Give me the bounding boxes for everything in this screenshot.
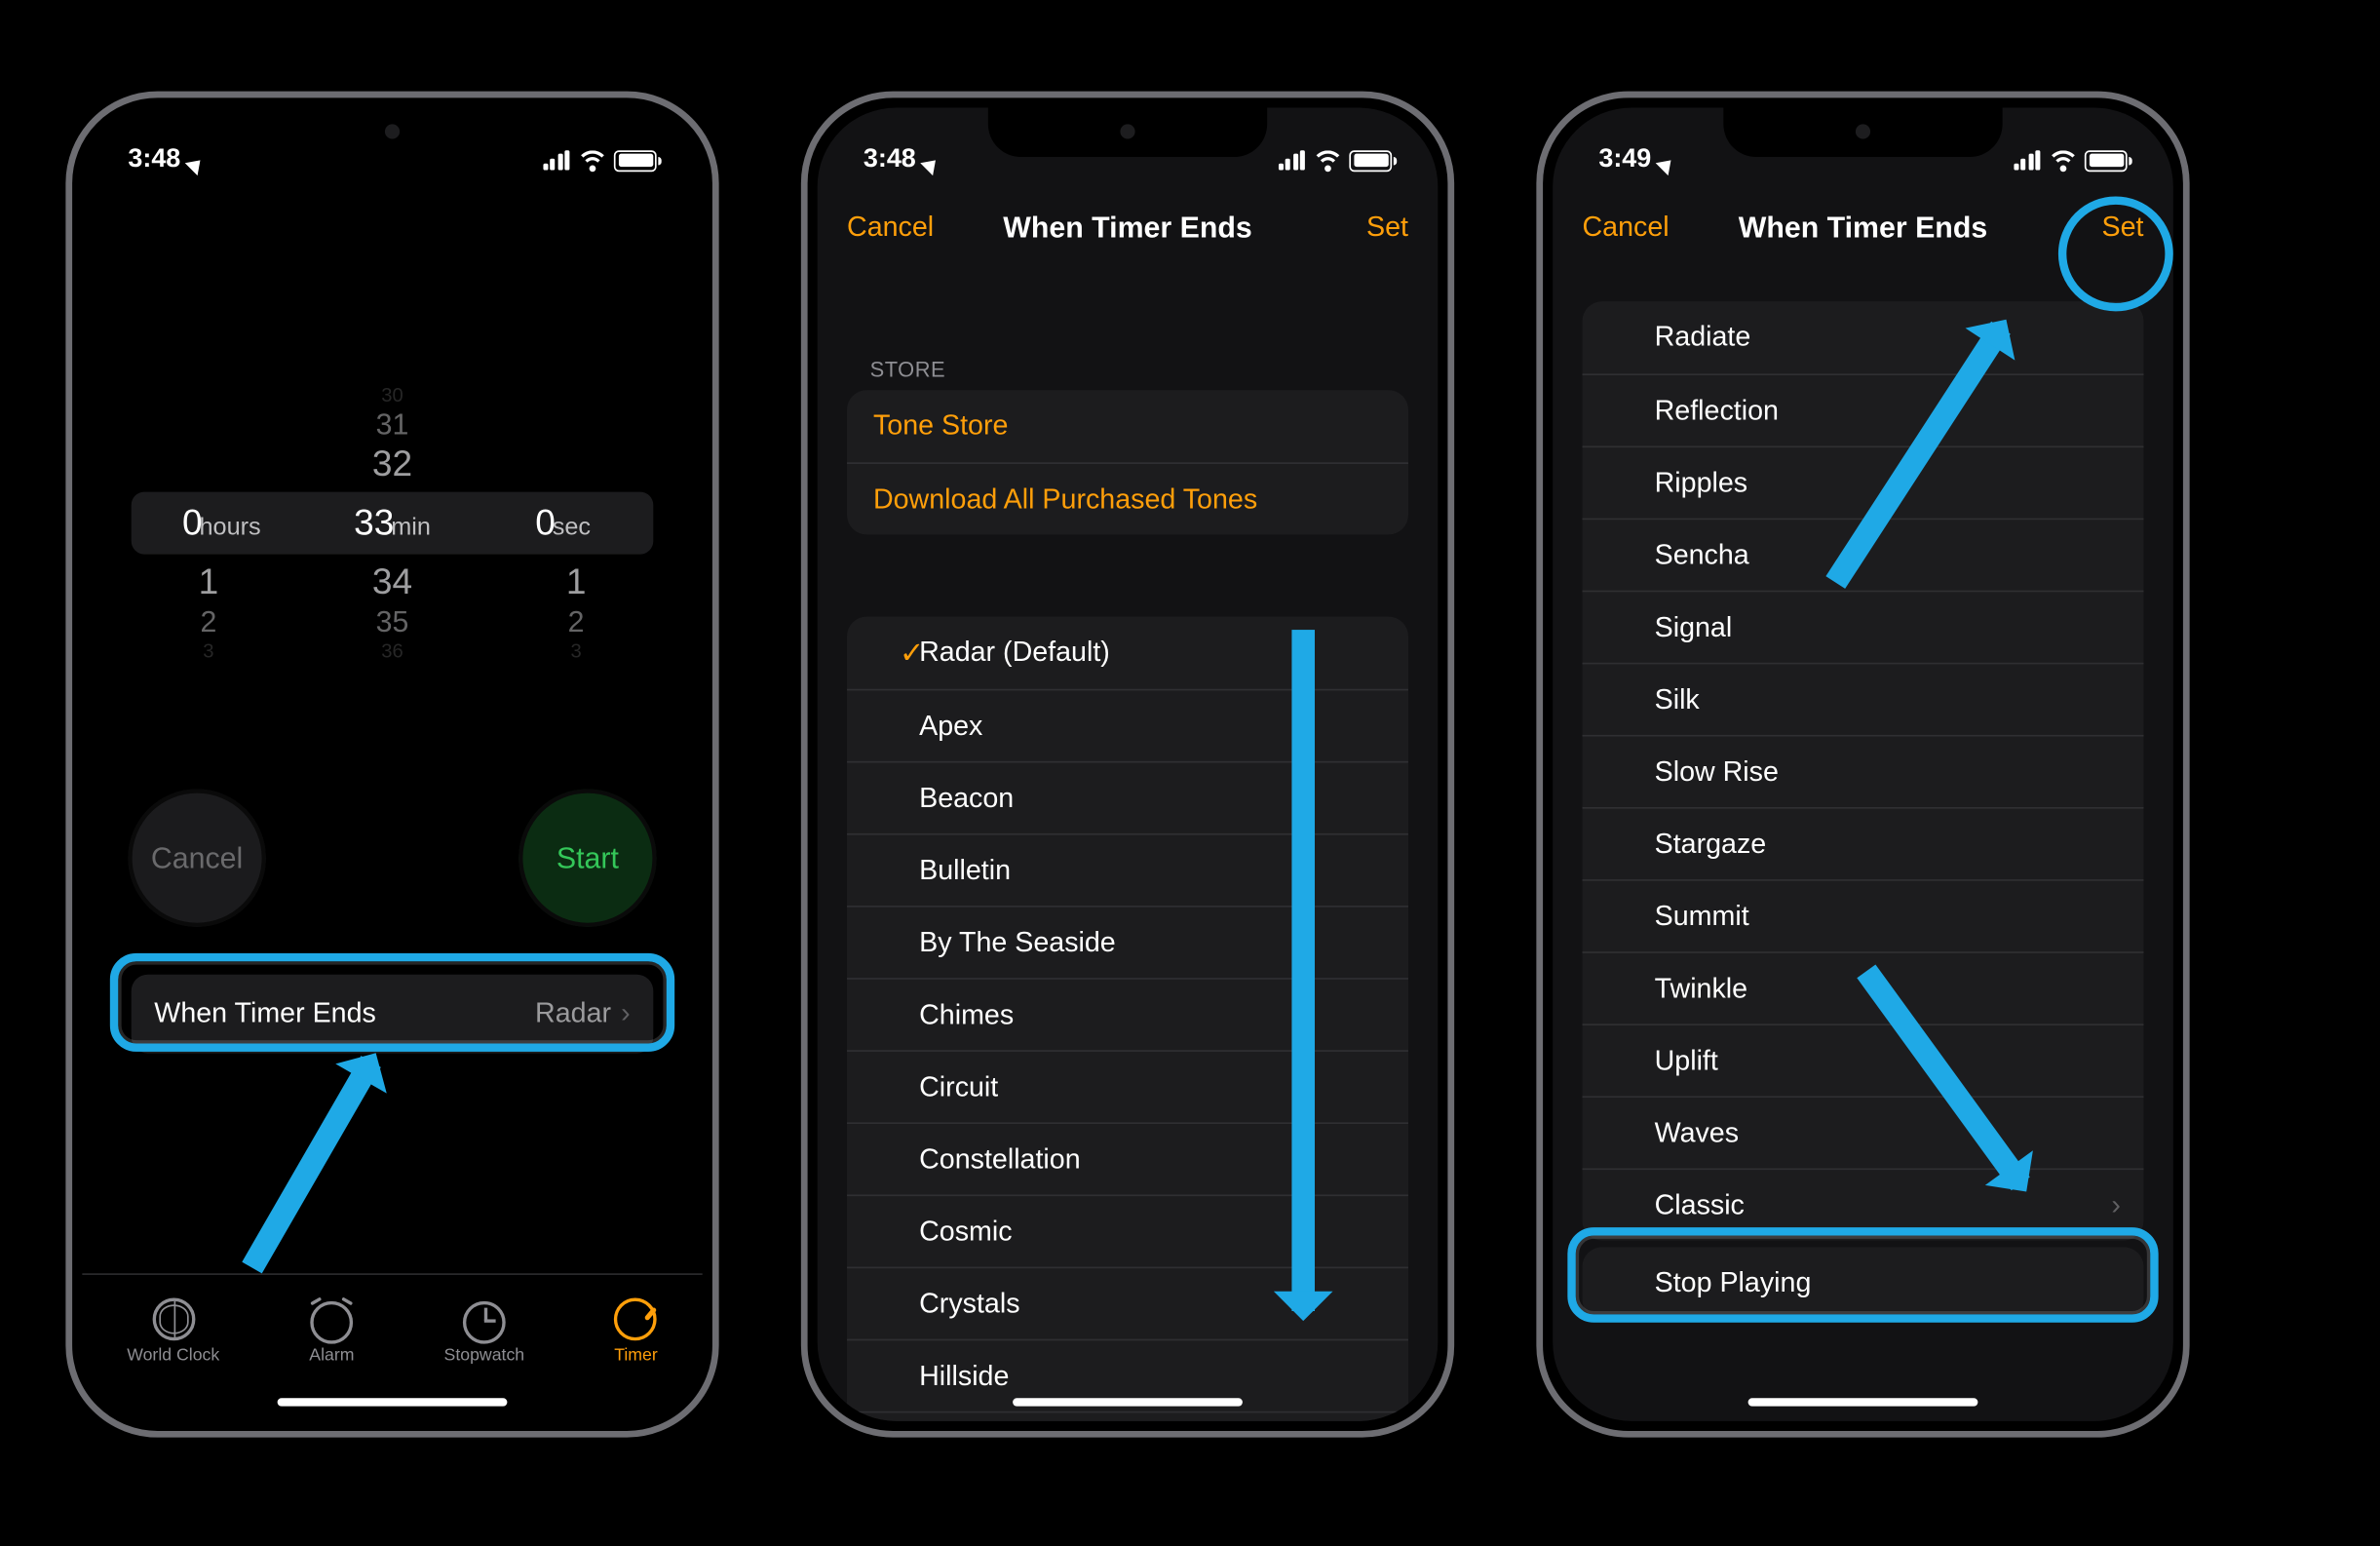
tone-row[interactable]: Twinkle xyxy=(1583,952,2144,1024)
tone-row[interactable]: Stargaze xyxy=(1583,807,2144,879)
tone-row[interactable]: Slow Rise xyxy=(1583,735,2144,807)
tone-row[interactable]: Reflection xyxy=(1583,374,2144,446)
home-indicator[interactable] xyxy=(1013,1399,1243,1407)
tab-alarm[interactable]: Alarm xyxy=(309,1298,354,1366)
nav-set[interactable]: Set xyxy=(1366,212,1408,245)
battery-icon xyxy=(614,150,657,172)
picker-min-above: 30 xyxy=(348,384,437,407)
cellular-signal-icon xyxy=(543,151,570,171)
tone-row[interactable]: Constellation xyxy=(847,1123,1408,1195)
notch xyxy=(252,108,531,158)
when-timer-ends-row[interactable]: When Timer Ends Radar › xyxy=(132,975,654,1054)
tab-timer[interactable]: Timer xyxy=(614,1298,658,1366)
globe-icon xyxy=(152,1298,195,1341)
wifi-icon xyxy=(1313,150,1341,172)
start-button[interactable]: Start xyxy=(518,790,656,927)
status-time: 3:48 xyxy=(864,146,916,175)
nav-bar: Cancel When Timer Ends Set xyxy=(1553,190,2173,265)
nav-bar: Cancel When Timer Ends Set xyxy=(818,190,1439,265)
tone-row[interactable]: Circuit xyxy=(847,1051,1408,1123)
phone-tone-list-bottom: 3:49 Cancel When Timer Ends Set RadiateR… xyxy=(1536,92,2189,1438)
tone-row[interactable]: Ripples xyxy=(1583,446,2144,519)
phone-tone-list-top: 3:48 Cancel When Timer Ends Set STORE To… xyxy=(801,92,1454,1438)
duration-picker[interactable]: 0300 0310 0320 0 hours 33 min 0 sec 1341… xyxy=(164,384,620,663)
cancel-button[interactable]: Cancel xyxy=(128,790,265,927)
checkmark-icon: ✓ xyxy=(900,636,924,670)
picker-selected-row: 0 hours 33 min 0 sec xyxy=(132,492,654,555)
chevron-right-icon: › xyxy=(621,998,631,1031)
tone-store-row[interactable]: Tone Store xyxy=(847,391,1408,463)
when-timer-ends-value: Radar xyxy=(535,998,611,1031)
stopwatch-icon xyxy=(463,1301,506,1344)
wifi-icon xyxy=(578,150,606,172)
location-services-icon xyxy=(185,145,215,175)
tone-row[interactable]: Summit xyxy=(1583,879,2144,951)
notch xyxy=(1723,108,2002,158)
home-indicator[interactable] xyxy=(1748,1399,1978,1407)
tone-row[interactable]: Illuminate xyxy=(847,1411,1408,1421)
cellular-signal-icon xyxy=(2014,151,2041,171)
tone-row[interactable]: Crystals xyxy=(847,1267,1408,1339)
phone-timer: 3:48 0300 0310 0320 0 hours 33 min 0 sec xyxy=(65,92,718,1438)
when-timer-ends-label: When Timer Ends xyxy=(154,998,376,1031)
tone-row[interactable]: Signal xyxy=(1583,591,2144,663)
tone-row[interactable]: Silk xyxy=(1583,663,2144,735)
stop-playing-row[interactable]: Stop Playing xyxy=(1583,1248,2144,1320)
store-group: Tone Store Download All Purchased Tones xyxy=(847,391,1408,535)
nav-cancel[interactable]: Cancel xyxy=(1583,212,1670,245)
battery-icon xyxy=(1349,150,1392,172)
tab-bar: World Clock Alarm Stopwatch Timer xyxy=(82,1274,703,1389)
tone-row[interactable]: Sencha xyxy=(1583,519,2144,591)
tone-row[interactable]: Beacon xyxy=(847,761,1408,833)
location-services-icon xyxy=(920,145,950,175)
tone-row[interactable]: Waves xyxy=(1583,1097,2144,1169)
tone-row[interactable]: By The Seaside xyxy=(847,906,1408,978)
nav-set[interactable]: Set xyxy=(2101,212,2143,245)
tone-row-selected[interactable]: ✓ Radar (Default) xyxy=(847,617,1408,689)
tone-row[interactable]: Chimes xyxy=(847,979,1408,1051)
status-time: 3:49 xyxy=(1598,146,1651,175)
tab-world-clock[interactable]: World Clock xyxy=(127,1298,219,1366)
battery-icon xyxy=(2085,150,2128,172)
tones-group[interactable]: ✓ Radar (Default) ApexBeaconBulletinBy T… xyxy=(847,617,1408,1421)
alarm-clock-icon xyxy=(310,1301,353,1344)
store-header: STORE xyxy=(870,358,946,382)
chevron-right-icon: › xyxy=(2111,1189,2121,1222)
cellular-signal-icon xyxy=(1278,151,1305,171)
tone-row[interactable]: Apex xyxy=(847,689,1408,761)
status-time: 3:48 xyxy=(128,146,180,175)
classic-row[interactable]: Classic› xyxy=(1583,1169,2144,1241)
tone-row[interactable]: Cosmic xyxy=(847,1195,1408,1267)
tone-row[interactable]: Radiate xyxy=(1583,302,2144,374)
tones-group[interactable]: RadiateReflectionRipplesSenchaSignalSilk… xyxy=(1583,302,2144,1241)
tone-row[interactable]: Bulletin xyxy=(847,833,1408,906)
nav-cancel[interactable]: Cancel xyxy=(847,212,934,245)
tone-row[interactable]: Uplift xyxy=(1583,1024,2144,1097)
wifi-icon xyxy=(2049,150,2077,172)
tab-stopwatch[interactable]: Stopwatch xyxy=(444,1298,525,1366)
home-indicator[interactable] xyxy=(278,1399,508,1407)
timer-icon xyxy=(615,1298,658,1341)
download-tones-row[interactable]: Download All Purchased Tones xyxy=(847,463,1408,535)
notch xyxy=(988,108,1267,158)
stop-playing-group: Stop Playing xyxy=(1583,1248,2144,1320)
location-services-icon xyxy=(1656,145,1686,175)
